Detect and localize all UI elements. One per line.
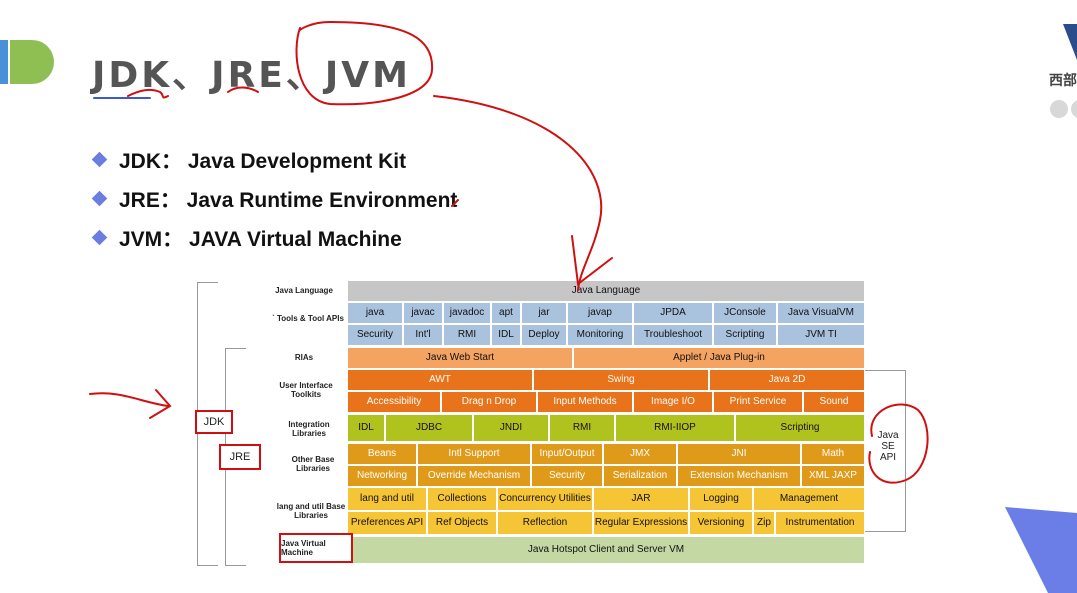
handwritten-annotations	[89, 20, 929, 484]
